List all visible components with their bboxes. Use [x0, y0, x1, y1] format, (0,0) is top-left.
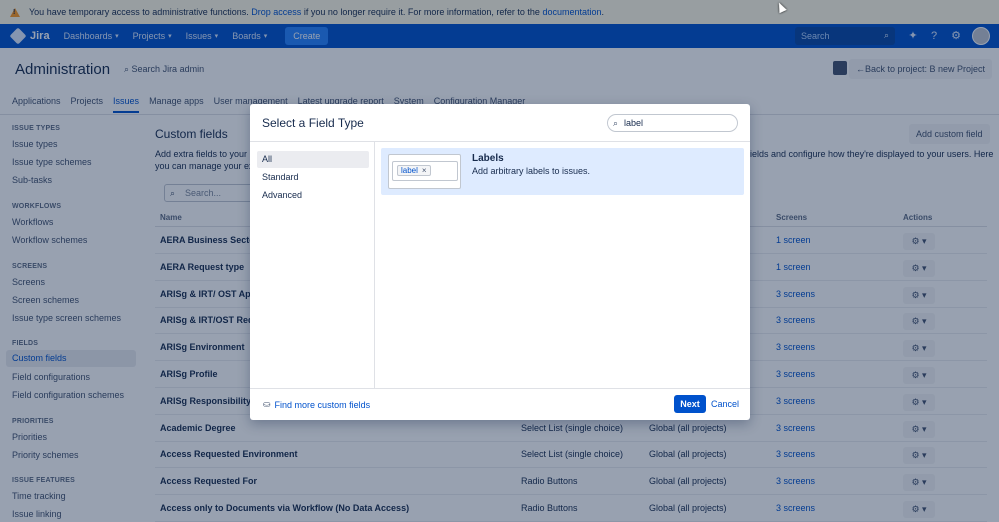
- field-type-search-input[interactable]: ⌕ label: [607, 114, 738, 132]
- marketplace-bag-icon: ⛀: [263, 399, 271, 409]
- select-field-type-dialog: Select a Field Type ⌕ label All Standard…: [250, 104, 750, 420]
- dialog-title: Select a Field Type: [262, 116, 364, 130]
- next-button[interactable]: Next: [674, 395, 706, 413]
- remove-tag-icon: ×: [421, 165, 427, 175]
- field-type-search-value: label: [624, 118, 644, 128]
- category-advanced[interactable]: Advanced: [257, 187, 369, 204]
- cancel-button[interactable]: Cancel: [711, 395, 739, 413]
- dialog-footer-divider: [250, 388, 750, 389]
- find-more-label: Find more custom fields: [274, 399, 371, 410]
- category-all[interactable]: All: [257, 151, 369, 168]
- option-name: Labels: [472, 153, 504, 164]
- label-tag: label ×: [397, 165, 431, 176]
- labels-preview: label ×: [388, 154, 461, 189]
- field-type-option-labels[interactable]: label × Labels Add arbitrary labels to i…: [381, 148, 744, 195]
- search-icon: ⌕: [613, 118, 619, 128]
- category-standard[interactable]: Standard: [257, 169, 369, 186]
- option-description: Add arbitrary labels to issues.: [472, 166, 591, 176]
- find-more-custom-fields-link[interactable]: ⛀ Find more custom fields: [263, 399, 370, 410]
- label-tag-text: label: [401, 165, 418, 175]
- field-type-categories: All Standard Advanced: [250, 142, 375, 388]
- labels-preview-input: label ×: [392, 161, 458, 181]
